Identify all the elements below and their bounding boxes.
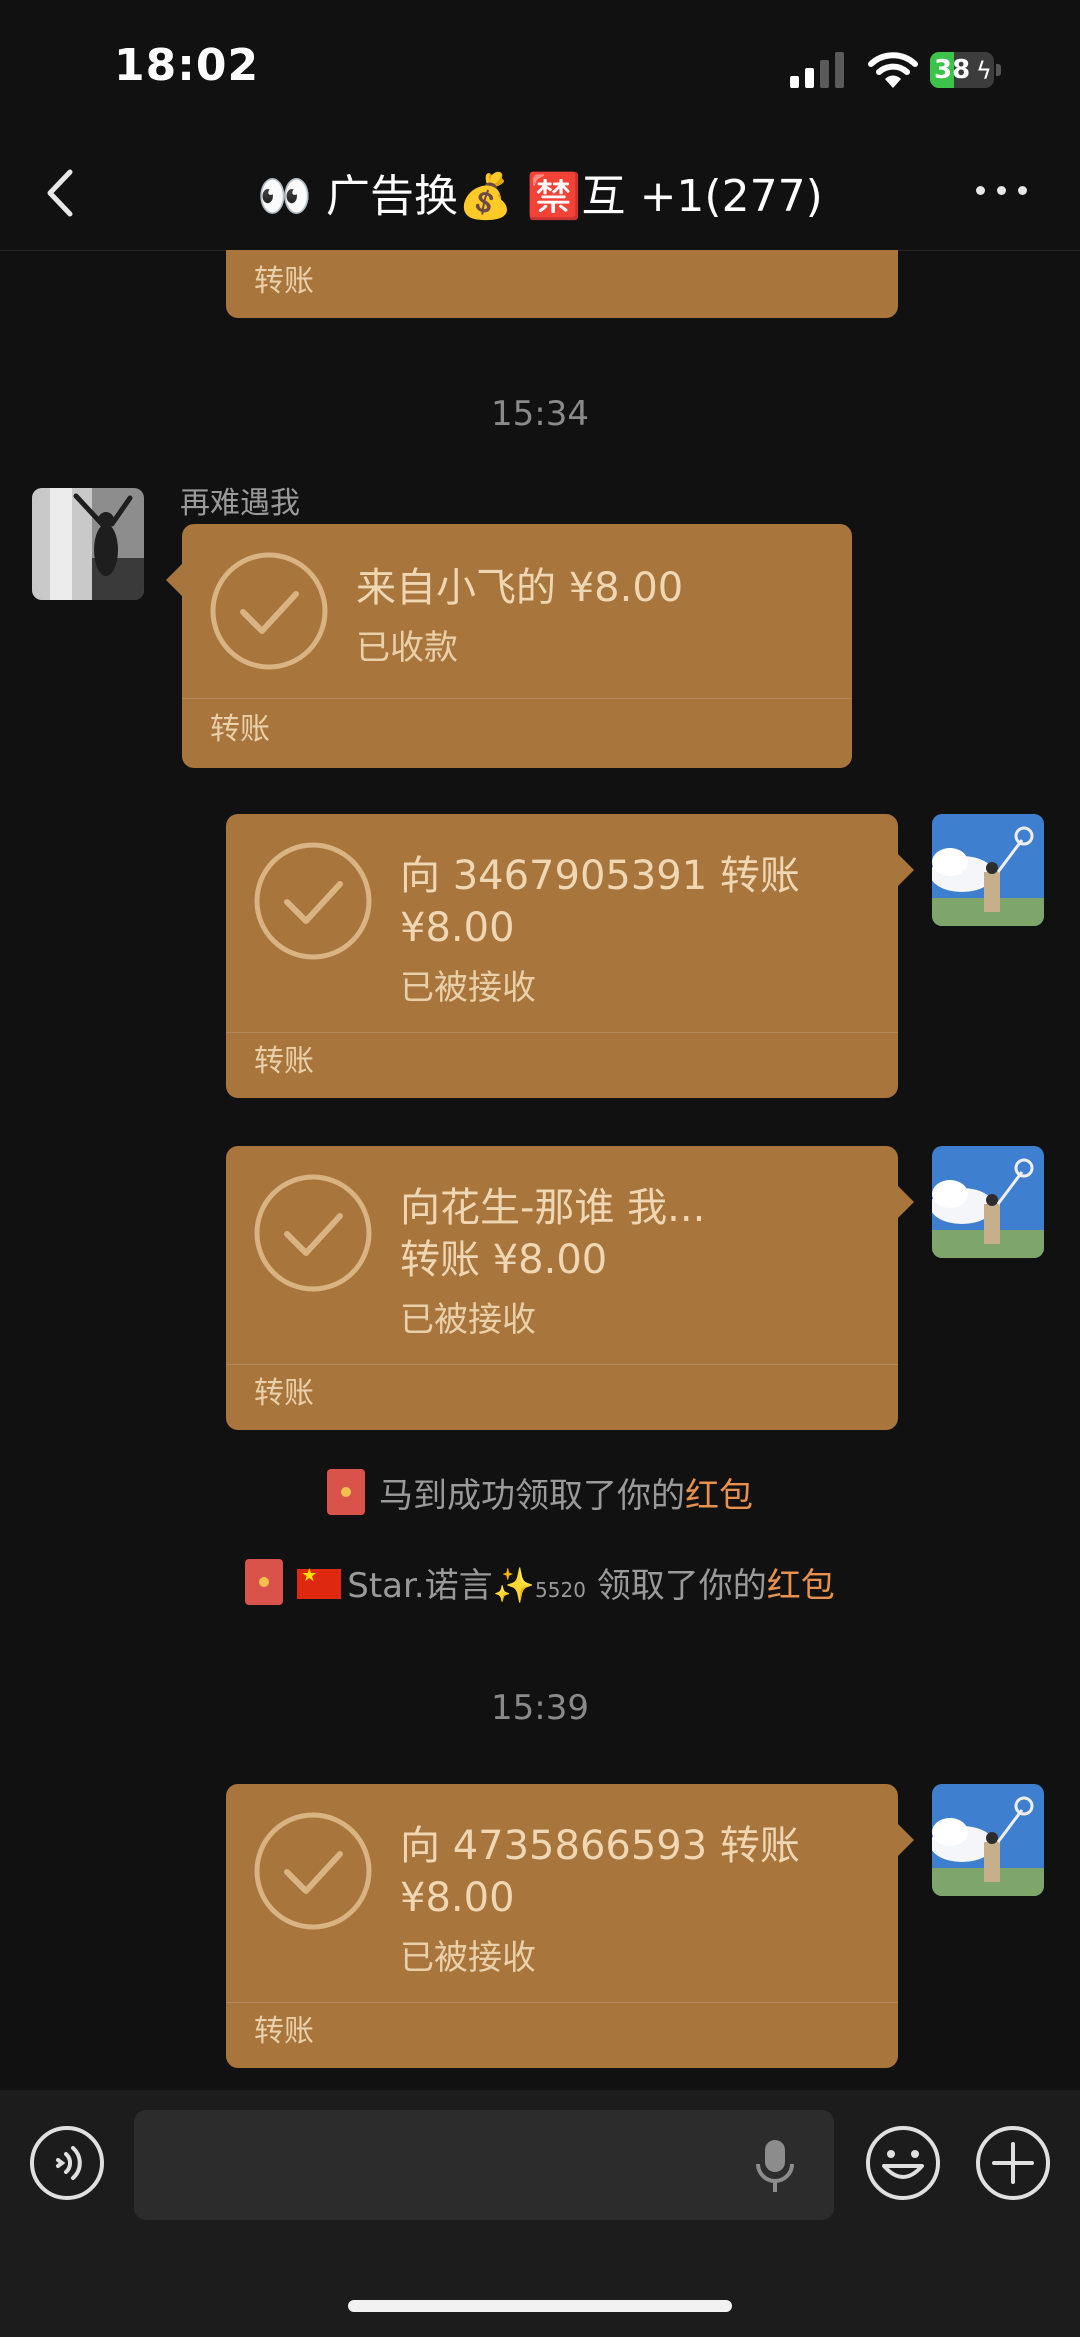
red-packet-link[interactable]: 红包 — [685, 1476, 753, 1516]
chat-title: 👀 广告换💰 🈲互 +1(277) — [0, 160, 1080, 224]
transfer-status: 已收款 — [356, 628, 458, 668]
battery-icon: 38 ϟ — [930, 52, 1004, 88]
message-timestamp: 15:39 — [491, 1688, 589, 1728]
transfer-status: 已被接收 — [400, 1938, 536, 1978]
add-attachment-button[interactable] — [974, 2124, 1052, 2202]
my-avatar[interactable] — [932, 1784, 1044, 1896]
check-circle-icon — [254, 842, 372, 960]
transfer-recipient-text: 向 4735866593 转账 — [400, 1823, 800, 1869]
transfer-status: 已被接收 — [400, 968, 536, 1008]
voice-icon — [30, 2126, 104, 2200]
red-packet-icon — [245, 1559, 284, 1605]
claimer-name: Star.诺言✨ — [347, 1566, 536, 1606]
transfer-card-received[interactable]: 来自小飞的 ¥8.00 已收款 转账 — [166, 524, 852, 768]
more-options-button[interactable] — [972, 170, 1032, 210]
battery-level: 38 — [934, 55, 971, 85]
transfer-amount-text: 转账 ¥8.00 — [400, 1237, 608, 1283]
transfer-card-sent[interactable]: 向 3467905391 转账 ¥8.00 已被接收 转账 — [226, 814, 914, 1098]
red-packet-icon — [327, 1469, 365, 1515]
charging-bolt-icon: ϟ — [976, 57, 992, 85]
transfer-recipient-text: 向花生-那谁 我... — [400, 1185, 706, 1231]
my-avatar[interactable] — [932, 1146, 1044, 1258]
emoji-button[interactable] — [864, 2124, 942, 2202]
emoji-icon — [866, 2126, 940, 2200]
transfer-amount-text: 来自小飞的 ¥8.00 — [356, 565, 684, 611]
my-avatar[interactable] — [932, 814, 1044, 926]
voice-mode-button[interactable] — [28, 2124, 106, 2202]
transfer-card-sent[interactable]: 向花生-那谁 我... 转账 ¥8.00 已被接收 转账 — [226, 1146, 914, 1430]
transfer-footer-label: 转账 — [210, 712, 270, 747]
red-packet-claim-notice: 马到成功领取了你的红包 — [0, 1468, 1080, 1517]
chat-title-name: 👀 广告换💰 🈲互 — [257, 171, 626, 222]
transfer-footer-label: 转账 — [254, 2014, 314, 2049]
cellular-signal-icon — [790, 52, 846, 88]
wifi-icon — [868, 50, 918, 90]
transfer-card-sent[interactable]: 向 4735866593 转账 ¥8.00 已被接收 转账 — [226, 1784, 914, 2068]
transfer-recipient-text: 向 3467905391 转账 — [400, 853, 800, 899]
transfer-amount-text: ¥8.00 — [400, 905, 515, 951]
transfer-footer-label: 转账 — [254, 1376, 314, 1411]
red-packet-claim-notice: Star.诺言✨5520 领取了你的红包 — [0, 1558, 1080, 1607]
mic-icon[interactable] — [755, 2138, 795, 2194]
sender-avatar[interactable] — [32, 488, 144, 600]
transfer-card-partial[interactable]: 转账 — [226, 250, 898, 318]
check-circle-icon — [254, 1174, 372, 1292]
add-icon — [976, 2126, 1050, 2200]
more-dots-icon — [976, 186, 985, 195]
message-input[interactable] — [134, 2110, 834, 2220]
claimer-name-suffix: 5520 — [535, 1578, 586, 1602]
transfer-footer-label: 转账 — [254, 1044, 314, 1079]
claim-text: 领取了你的 — [585, 1566, 767, 1606]
home-indicator[interactable] — [348, 2300, 732, 2312]
chat-title-member-count: +1(277) — [639, 171, 823, 222]
sender-name: 再难遇我 — [180, 486, 300, 521]
transfer-footer-label: 转账 — [254, 264, 314, 299]
status-bar-time: 18:02 — [114, 40, 260, 91]
message-timestamp: 15:34 — [491, 394, 589, 434]
china-flag-icon — [297, 1565, 342, 1599]
red-packet-link[interactable]: 红包 — [767, 1566, 835, 1606]
transfer-status: 已被接收 — [400, 1300, 536, 1340]
transfer-amount-text: ¥8.00 — [400, 1875, 515, 1921]
check-circle-icon — [210, 552, 328, 670]
claim-text: 马到成功领取了你的 — [379, 1476, 685, 1516]
check-circle-icon — [254, 1812, 372, 1930]
